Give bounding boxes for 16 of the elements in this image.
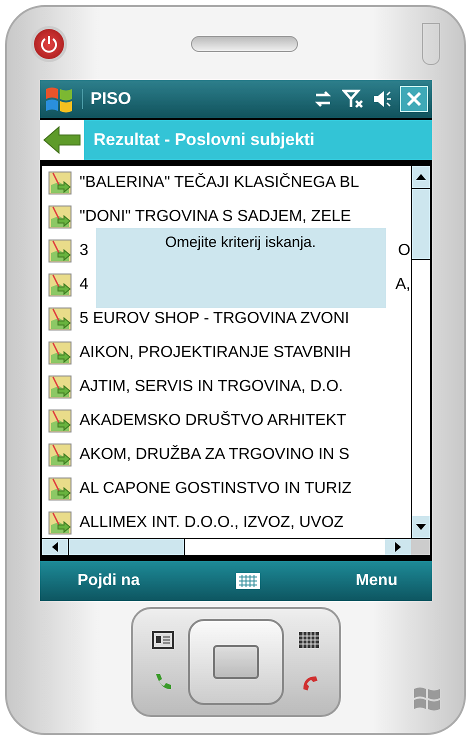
company-name: AKOM, DRUŽBA ZA TRGOVINO IN S <box>80 446 350 464</box>
screen-title: Rezultat - Poslovni subjekti <box>94 130 315 150</box>
company-name: "DONI" TRGOVINA S SADJEM, ZELE <box>80 208 352 226</box>
company-name: AJTIM, SERVIS IN TRGOVINA, D.O. <box>80 378 343 396</box>
company-name: A, <box>395 276 410 294</box>
company-name: O <box>398 242 410 260</box>
company-name: ALLIMEX INT. D.O.O., IZVOZ, UVOZ <box>80 514 344 532</box>
company-name: AL CAPONE GOSTINSTVO IN TURIZ <box>80 480 352 498</box>
popup-message: Omejite kriterij iskanja. <box>165 234 316 253</box>
company-name: 5 EUROV SHOP - TRGOVINA ZVONI <box>80 310 350 328</box>
company-name: 3 <box>80 242 88 260</box>
company-name: AKADEMSKO DRUŠTVO ARHITEKT <box>80 412 346 430</box>
app-title: PISO <box>82 89 304 109</box>
company-name: "BALERINA" TEČAJI KLASIČNEGA BL <box>80 174 360 192</box>
company-name: AIKON, PROJEKTIRANJE STAVBNIH <box>80 344 351 362</box>
company-name: 4 <box>80 276 88 294</box>
